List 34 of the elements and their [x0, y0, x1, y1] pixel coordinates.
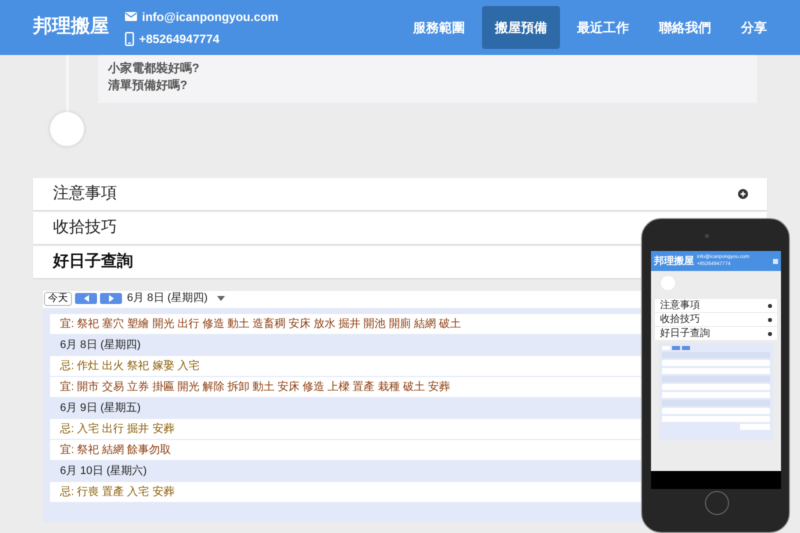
agenda-date: 6月 9日 (星期五)	[60, 400, 141, 416]
previous-button[interactable]	[75, 293, 97, 304]
agenda-event[interactable]: 忌: 行喪 置產 入宅 安葬	[60, 484, 174, 500]
nav-link[interactable]: 搬屋預備	[482, 6, 560, 50]
right-arrow-icon	[108, 295, 114, 302]
site-logo: 邦理搬屋	[654, 254, 694, 268]
agenda-event[interactable]: 忌: 作灶 出火 祭祀 嫁娶 入宅	[60, 358, 200, 374]
agenda-event[interactable]: 宜: 祭祀 結網 餘事勿取	[60, 442, 172, 458]
mail-icon	[125, 12, 137, 21]
phone-number: +85264947774	[139, 30, 220, 48]
accordion-header[interactable]: 收拾技巧	[53, 216, 117, 240]
mobile-phone-icon	[125, 32, 134, 46]
next-button[interactable]	[100, 293, 122, 304]
nav-link[interactable]: 最近工作	[564, 6, 642, 50]
accordion-header[interactable]: 注意事項	[53, 182, 117, 206]
email-address: info@icanpongyou.com	[142, 8, 278, 26]
site-logo[interactable]: 邦理搬屋	[33, 13, 109, 42]
left-arrow-icon	[84, 295, 88, 302]
agenda-event[interactable]: 忌: 入宅 出行 掘井 安葬	[60, 420, 174, 438]
nav-link[interactable]: 服務範圍	[400, 6, 478, 50]
caret-icon[interactable]	[216, 296, 225, 301]
accordion-header[interactable]: 好日子查詢	[53, 250, 133, 274]
nav-link[interactable]: 聯絡我們	[646, 6, 724, 50]
accordion-header: 好日子查詢	[660, 328, 710, 339]
agenda-date: 6月 8日 (星期四)	[60, 338, 141, 353]
today-button[interactable]: 今天	[44, 292, 72, 306]
date-dropdown[interactable]: 6月 8日 (星期四)	[127, 290, 208, 307]
nav-link[interactable]: 分享	[728, 6, 780, 50]
checklist-item: 小家電都裝好嗎?	[108, 61, 200, 76]
agenda-event[interactable]: 宜: 祭祀 塞穴 塑繪 開光 出行 修造 動土 造畜稠 安床 放水 掘井 開池 開廁 結網 破土	[60, 316, 461, 332]
agenda-date: 6月 10日 (星期六)	[60, 464, 147, 479]
checklist-item: 清單預備好嗎?	[108, 78, 188, 93]
accordion-header: 收拾技巧	[660, 314, 700, 325]
accordion-header: 注意事項	[660, 300, 700, 311]
